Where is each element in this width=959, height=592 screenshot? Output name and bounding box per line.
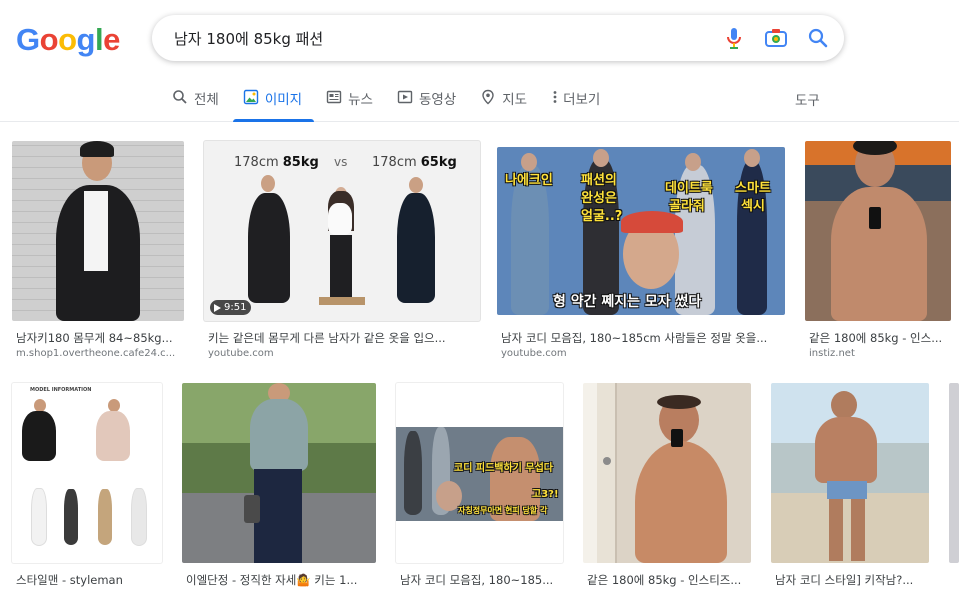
logo-letter: g <box>76 22 96 57</box>
image-result[interactable]: 남자 코디 스타일] 키작남?... <box>771 383 929 592</box>
overlay-height-right: 178cm <box>372 155 417 170</box>
logo-letter: l <box>94 22 104 57</box>
play-icon <box>214 303 221 312</box>
overlay-text: 섹시 <box>741 199 765 214</box>
overlay-text: 패션의 <box>581 173 617 188</box>
overlay-text: 형 약간 쩨지는 모자 썼다 <box>553 294 702 310</box>
result-title[interactable]: 남자 코디 모음집, 180~185... <box>400 572 563 588</box>
result-title[interactable]: 키는 같은데 몸무게 다른 남자가 같은 옷을 입으... <box>208 330 476 346</box>
tab-label: 더보기 <box>563 92 601 108</box>
microphone-icon[interactable] <box>722 26 746 50</box>
search-actions <box>722 25 830 51</box>
tab-label: 이미지 <box>264 92 303 108</box>
result-title[interactable]: 남자 코디 모음집, 180~185cm 사람들은 정말 옷을... <box>501 330 785 346</box>
image-result[interactable]: 이엘단정 - 정직한 자세🤷 키는 1... <box>182 383 376 592</box>
overlay-text: 코디 피드백하기 무섭다 <box>454 463 553 474</box>
image-result[interactable]: 178cm 85kg vs 178cm 65kg 9:51 키는 같은데 몸무게… <box>204 141 480 366</box>
more-vert-icon <box>553 91 557 103</box>
logo-letter: G <box>16 22 40 57</box>
result-thumbnail[interactable] <box>583 383 751 563</box>
result-thumbnail[interactable]: 178cm 85kg vs 178cm 65kg 9:51 <box>204 141 480 321</box>
overlay-weight-left: 85kg <box>282 155 319 170</box>
tab-label: 뉴스 <box>348 92 373 108</box>
result-source[interactable]: instiz.net <box>809 348 951 359</box>
overlay-weight-right: 65kg <box>420 155 457 170</box>
tab-label: 지도 <box>502 92 528 108</box>
result-thumbnail[interactable] <box>182 383 376 563</box>
news-icon <box>326 90 342 104</box>
tab-maps[interactable]: 지도 <box>480 84 539 122</box>
overlay-text: 데이트룩 <box>665 181 713 196</box>
overlay-title: MODEL INFORMATION <box>30 387 92 393</box>
overlay-text: 완성은 <box>581 191 617 206</box>
result-source[interactable]: youtube.com <box>208 348 476 359</box>
tab-label: 동영상 <box>418 92 457 108</box>
overlay-height-left: 178cm <box>234 155 279 170</box>
tools-button[interactable]: 도구 <box>795 89 820 109</box>
result-title[interactable]: 이엘단정 - 정직한 자세🤷 키는 1... <box>186 572 376 588</box>
image-result[interactable]: 나에크인 패션의 완성은 얼굴..? 데이트룩 골라줘 스마트 섹시 형 약간 … <box>497 141 785 366</box>
camera-icon[interactable] <box>764 26 788 50</box>
google-logo[interactable]: Google <box>16 22 120 58</box>
map-pin-icon <box>482 89 494 105</box>
image-result[interactable]: 같은 180에 85kg - 인스티즈... <box>583 383 751 592</box>
result-title[interactable]: 같은 180에 85kg - 인스티즈... <box>587 572 751 588</box>
image-result[interactable]: 남자키180 몸무게 84~85kg... m.shop1.overtheone… <box>12 141 184 366</box>
overlay-text: 나에크인 <box>505 173 553 188</box>
overlay-text: 자칭정무아면 현피 당할 각 <box>458 506 548 515</box>
search-icon <box>173 90 187 104</box>
result-title[interactable]: 같은 180에 85kg - 인스... <box>809 330 951 346</box>
header: Google 남자 180에 85kg 패션 전체 이미지 뉴스 동영상 지도 … <box>0 0 959 122</box>
overlay-text: 골라줘 <box>669 199 705 214</box>
search-tabs: 전체 이미지 뉴스 동영상 지도 더보기 <box>172 84 624 122</box>
overlay-vs: vs <box>334 155 348 169</box>
result-thumbnail[interactable]: MODEL INFORMATION <box>12 383 162 563</box>
result-thumbnail[interactable] <box>771 383 929 563</box>
tab-all[interactable]: 전체 <box>172 84 231 122</box>
image-result[interactable]: 코디 피드백하기 무섭다 고3?! 자칭정무아면 현피 당할 각 남자 코디 모… <box>396 383 563 592</box>
result-title[interactable]: 남자키180 몸무게 84~85kg... <box>16 330 184 346</box>
search-input[interactable] <box>174 27 714 49</box>
image-icon <box>243 89 259 105</box>
logo-letter: e <box>103 22 120 57</box>
result-thumbnail[interactable]: 코디 피드백하기 무섭다 고3?! 자칭정무아면 현피 당할 각 <box>396 383 563 563</box>
image-result[interactable]: 같은 180에 85kg - 인스... instiz.net <box>805 141 951 366</box>
image-result[interactable]: MODEL INFORMATION 스타일맨 - styleman <box>12 383 162 592</box>
result-title[interactable]: 스타일맨 - styleman <box>16 572 162 588</box>
result-thumbnail[interactable] <box>949 383 959 563</box>
search-box <box>152 15 844 61</box>
search-icon[interactable] <box>806 26 830 50</box>
result-source[interactable]: m.shop1.overtheone.cafe24.c... <box>16 348 184 359</box>
result-thumbnail[interactable] <box>12 141 184 321</box>
tab-images[interactable]: 이미지 <box>232 84 315 122</box>
result-title[interactable]: 남자 코디 스타일] 키작남?... <box>775 572 929 588</box>
overlay-text: 고3?! <box>532 489 559 500</box>
logo-letter: o <box>58 22 77 57</box>
video-duration: 9:51 <box>210 300 252 315</box>
tab-label: 전체 <box>194 92 219 108</box>
image-result-partial[interactable] <box>949 383 959 592</box>
overlay-text: 얼굴..? <box>581 209 623 224</box>
tab-news[interactable]: 뉴스 <box>326 84 385 122</box>
result-thumbnail[interactable] <box>805 141 951 321</box>
tab-videos[interactable]: 동영상 <box>397 84 468 122</box>
overlay-text: 스마트 <box>735 181 771 196</box>
result-thumbnail[interactable]: 나에크인 패션의 완성은 얼굴..? 데이트룩 골라줘 스마트 섹시 형 약간 … <box>497 147 785 315</box>
video-icon <box>397 90 413 104</box>
logo-letter: o <box>39 22 59 57</box>
tab-more[interactable]: 더보기 <box>551 84 612 122</box>
result-source[interactable]: youtube.com <box>501 348 785 359</box>
